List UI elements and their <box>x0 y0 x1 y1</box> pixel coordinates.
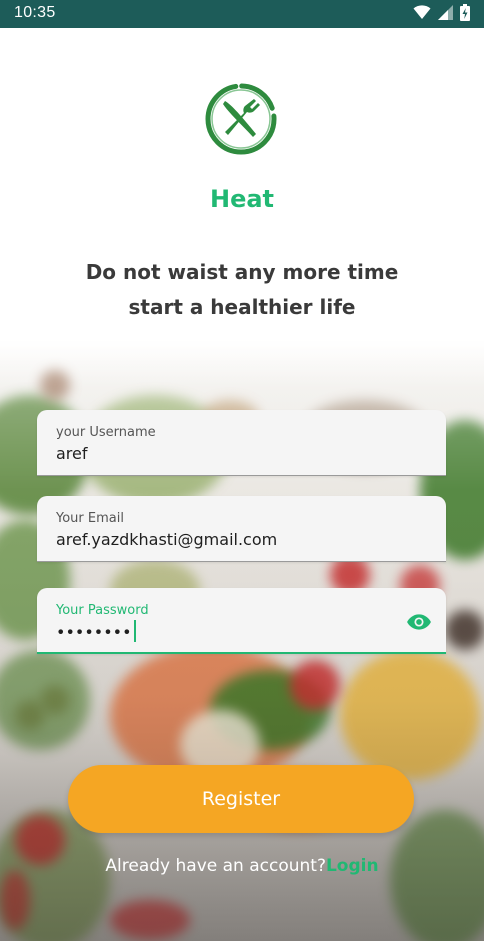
email-underline <box>37 561 446 562</box>
username-label: your Username <box>56 425 156 440</box>
email-input[interactable]: aref.yazdkhasti@gmail.com <box>56 530 277 549</box>
cellular-signal-icon <box>438 4 453 24</box>
eye-icon[interactable] <box>406 609 432 635</box>
app-logo <box>204 82 278 156</box>
email-field[interactable]: Your Email aref.yazdkhasti@gmail.com <box>37 496 446 562</box>
app-name: Heat <box>209 185 275 213</box>
status-icons <box>413 3 470 25</box>
password-input[interactable]: •••••••• <box>56 620 136 644</box>
username-underline <box>37 475 446 476</box>
status-time: 10:35 <box>14 4 56 21</box>
email-label: Your Email <box>56 511 124 526</box>
tagline-line-1: Do not waist any more time <box>85 260 399 284</box>
username-input[interactable]: aref <box>56 444 88 463</box>
password-underline <box>37 652 446 654</box>
login-prompt-line: Already have an account?Login <box>0 856 484 876</box>
tagline-line-2: start a healthier life <box>128 295 356 319</box>
tagline: Do not waist any more time start a healt… <box>0 255 484 325</box>
login-link[interactable]: Login <box>326 856 379 876</box>
text-cursor <box>133 620 136 642</box>
username-field[interactable]: your Username aref <box>37 410 446 476</box>
wifi-icon <box>413 4 431 24</box>
password-value: •••••••• <box>56 622 132 642</box>
password-label: Your Password <box>56 603 149 618</box>
register-screen: 10:35 Heat Do not waist any more time st… <box>0 0 484 941</box>
password-field[interactable]: Your Password •••••••• <box>37 588 446 654</box>
register-button[interactable]: Register <box>68 765 414 833</box>
status-bar: 10:35 <box>0 0 484 28</box>
battery-icon <box>460 3 470 25</box>
login-prompt-text: Already have an account? <box>105 856 326 876</box>
fork-knife-icon <box>205 83 277 155</box>
